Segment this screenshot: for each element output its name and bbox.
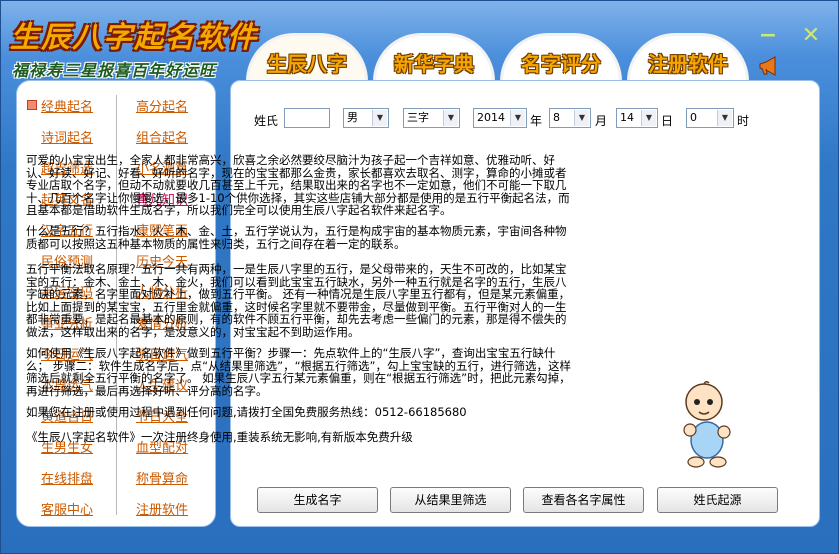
gender-select[interactable]: 男 ▼ [343,108,389,128]
view-name-attributes-button[interactable]: 查看各名字属性 [523,487,644,513]
day-unit-label: 日 [661,114,674,128]
sidebar-item-left-1[interactable]: 诗词起名 [41,127,93,146]
usage-steps-paragraph: 如何使用《生辰八字起名软件》做到五行平衡？步骤一：先点软件上的“生辰八字”，查询… [26,346,571,398]
close-icon[interactable]: ✕ [800,25,822,48]
year-unit-label: 年 [530,114,543,128]
month-select[interactable]: 8 ▼ [549,108,591,128]
surname-label: 姓氏 [254,114,279,128]
sidebar-item-right-1[interactable]: 组合起名 [136,127,188,146]
month-unit-label: 月 [595,114,608,128]
hour-select[interactable]: 0 ▼ [686,108,734,128]
surname-input[interactable] [284,108,330,128]
chevron-down-icon: ▼ [443,110,458,126]
hour-unit-label: 时 [737,114,750,128]
baby-mascot-illustration [683,380,731,468]
sidebar-item-left-0[interactable]: 经典起名 [26,96,93,115]
generate-names-button[interactable]: 生成名字 [257,487,378,513]
name-length-select[interactable]: 三字 ▼ [403,108,460,128]
sidebar-item-left-12[interactable]: 在线排盘 [41,468,93,487]
chevron-down-icon: ▼ [574,110,589,126]
sidebar-item-right-12[interactable]: 称骨算命 [136,468,188,487]
wuxing-balance-paragraph: 五行平衡法取名原理？五行一共有两种，一是生辰八字里的五行，是父母带来的，天生不可… [26,262,571,339]
sidebar-item-right-0[interactable]: 高分起名 [136,96,188,115]
filter-results-button[interactable]: 从结果里筛选 [390,487,511,513]
chevron-down-icon: ▼ [510,110,525,126]
surname-origin-button[interactable]: 姓氏起源 [657,487,778,513]
app-title: 生辰八字起名软件 [10,20,259,54]
day-select[interactable]: 14 ▼ [616,108,658,128]
sidebar-item-right-13[interactable]: 注册软件 [136,499,188,518]
minimize-icon[interactable]: − [757,25,779,48]
sidebar-item-left-13[interactable]: 客服中心 [41,499,93,518]
chevron-down-icon: ▼ [372,110,387,126]
chevron-down-icon: ▼ [717,110,732,126]
year-select[interactable]: 2014 ▼ [473,108,527,128]
wuxing-definition-paragraph: 什么是五行？五行指水、火、木、金、土，五行学说认为，五行是构成宇宙的基本物质元素… [26,224,567,251]
intro-paragraph: 可爱的小宝宝出生，全家人都非常高兴，欣喜之余必然要绞尽脑汁为孩子起一个吉祥如意、… [26,153,570,217]
hotline-text: 如果您在注册或使用过程中遇到任何问题,请拨打全国免费服务热线：0512-6618… [26,405,467,419]
license-text: 《生辰八字起名软件》一次注册终身使用,重装系统无影响,有新版本免费升级 [26,430,413,444]
chevron-down-icon: ▼ [641,110,656,126]
app-slogan: 福禄寿三星报喜百年好运旺 [12,61,217,80]
speaker-icon [759,56,776,76]
